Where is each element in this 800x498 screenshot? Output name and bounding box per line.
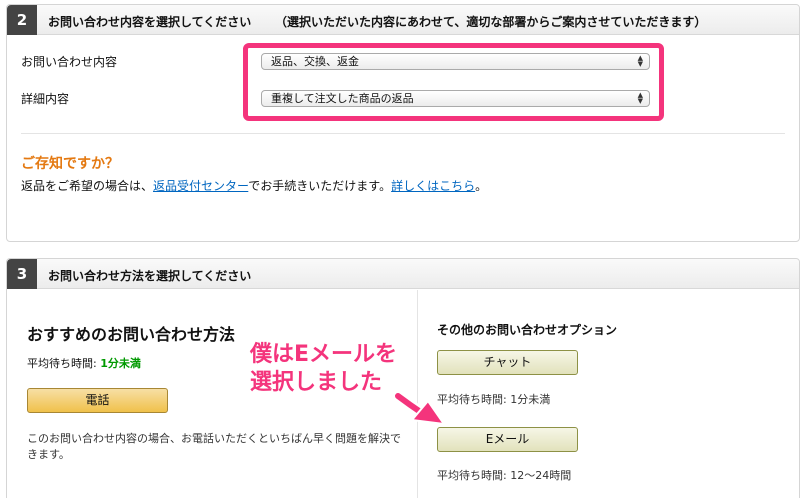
annotation-text: 僕はEメールを 選択しました	[250, 341, 397, 397]
annotation-line-2: 選択しました	[250, 370, 383, 395]
annotation-arrow-icon	[392, 390, 445, 425]
annotation-line-1: 僕はEメールを	[250, 342, 398, 367]
